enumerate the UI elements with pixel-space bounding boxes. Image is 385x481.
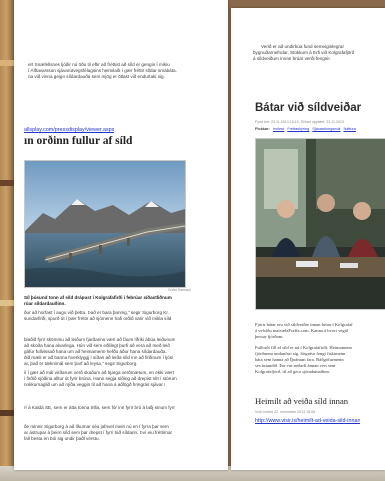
intro-line: á síldveiðum innan brúar verði fengnir.: [253, 56, 331, 61]
source-link[interactable]: allsplay.com/pressdisplay/viewer.aspx: [24, 127, 114, 133]
article-headline: ın orðinn fullur af síld: [24, 135, 133, 147]
body-line: ar, það er tæknimál sem þarf að leysa," …: [24, 361, 138, 366]
tags-label: Flokkar:: [255, 127, 270, 131]
intro-line: na við vinna geign síldardauða sem mjög …: [28, 74, 165, 79]
body-line: rí á Kaldá SE, sem er átta tonna trilla,…: [24, 405, 175, 410]
photo-credit: Guðni Karlsson: [168, 288, 192, 292]
right-printed-page: Verið er að undirbúa fund semeiginlegrar…: [231, 8, 385, 470]
tag-link[interactable]: Sjávarútvegsmál: [312, 127, 340, 131]
body-line: nokkurnaglið um að nýða veggin til að ha…: [24, 382, 166, 387]
body-line: fall besta en bói sig undir þaðl verstu.: [24, 436, 100, 441]
tag-link[interactable]: Innlent: [273, 127, 284, 131]
body-line: Kolgrafafjörð, til að gera sjónabúnaðinn…: [255, 369, 331, 374]
body-line: sundarfirði, spurð út í þær fréttir að s…: [24, 316, 172, 321]
article-photo: [255, 138, 385, 310]
tag-link[interactable]: Fréttaskýring: [287, 127, 309, 131]
byline: Fyrst birt: 23.11.2013 15:14, Síðast upp…: [255, 120, 344, 124]
article-url-link[interactable]: http://www.visir.is/heimilt-ad-veida-sil…: [255, 418, 360, 424]
article-photo: [24, 160, 186, 288]
sub-byline: Vídó innbirt 22. nóvember 2013 15:08: [255, 410, 316, 414]
photo-caption: rúar síldardauðinn.: [24, 301, 66, 306]
article-headline: Bátar við síldveiðar: [255, 102, 362, 114]
fjord-bridge-photo: [25, 161, 185, 287]
left-printed-page: ert Snæfellsnes ljóðir nú öðu til eftir …: [14, 0, 228, 470]
body-line: þessar fjörðum.: [255, 334, 284, 339]
meeting-room-photo: [256, 139, 385, 309]
tag-row: Flokkar: Innlent Fréttaskýring Sjávarútv…: [255, 127, 356, 133]
tag-link[interactable]: Náttúra: [343, 127, 355, 131]
sub-headline: Heimilt að veiða síld innan: [255, 396, 349, 406]
